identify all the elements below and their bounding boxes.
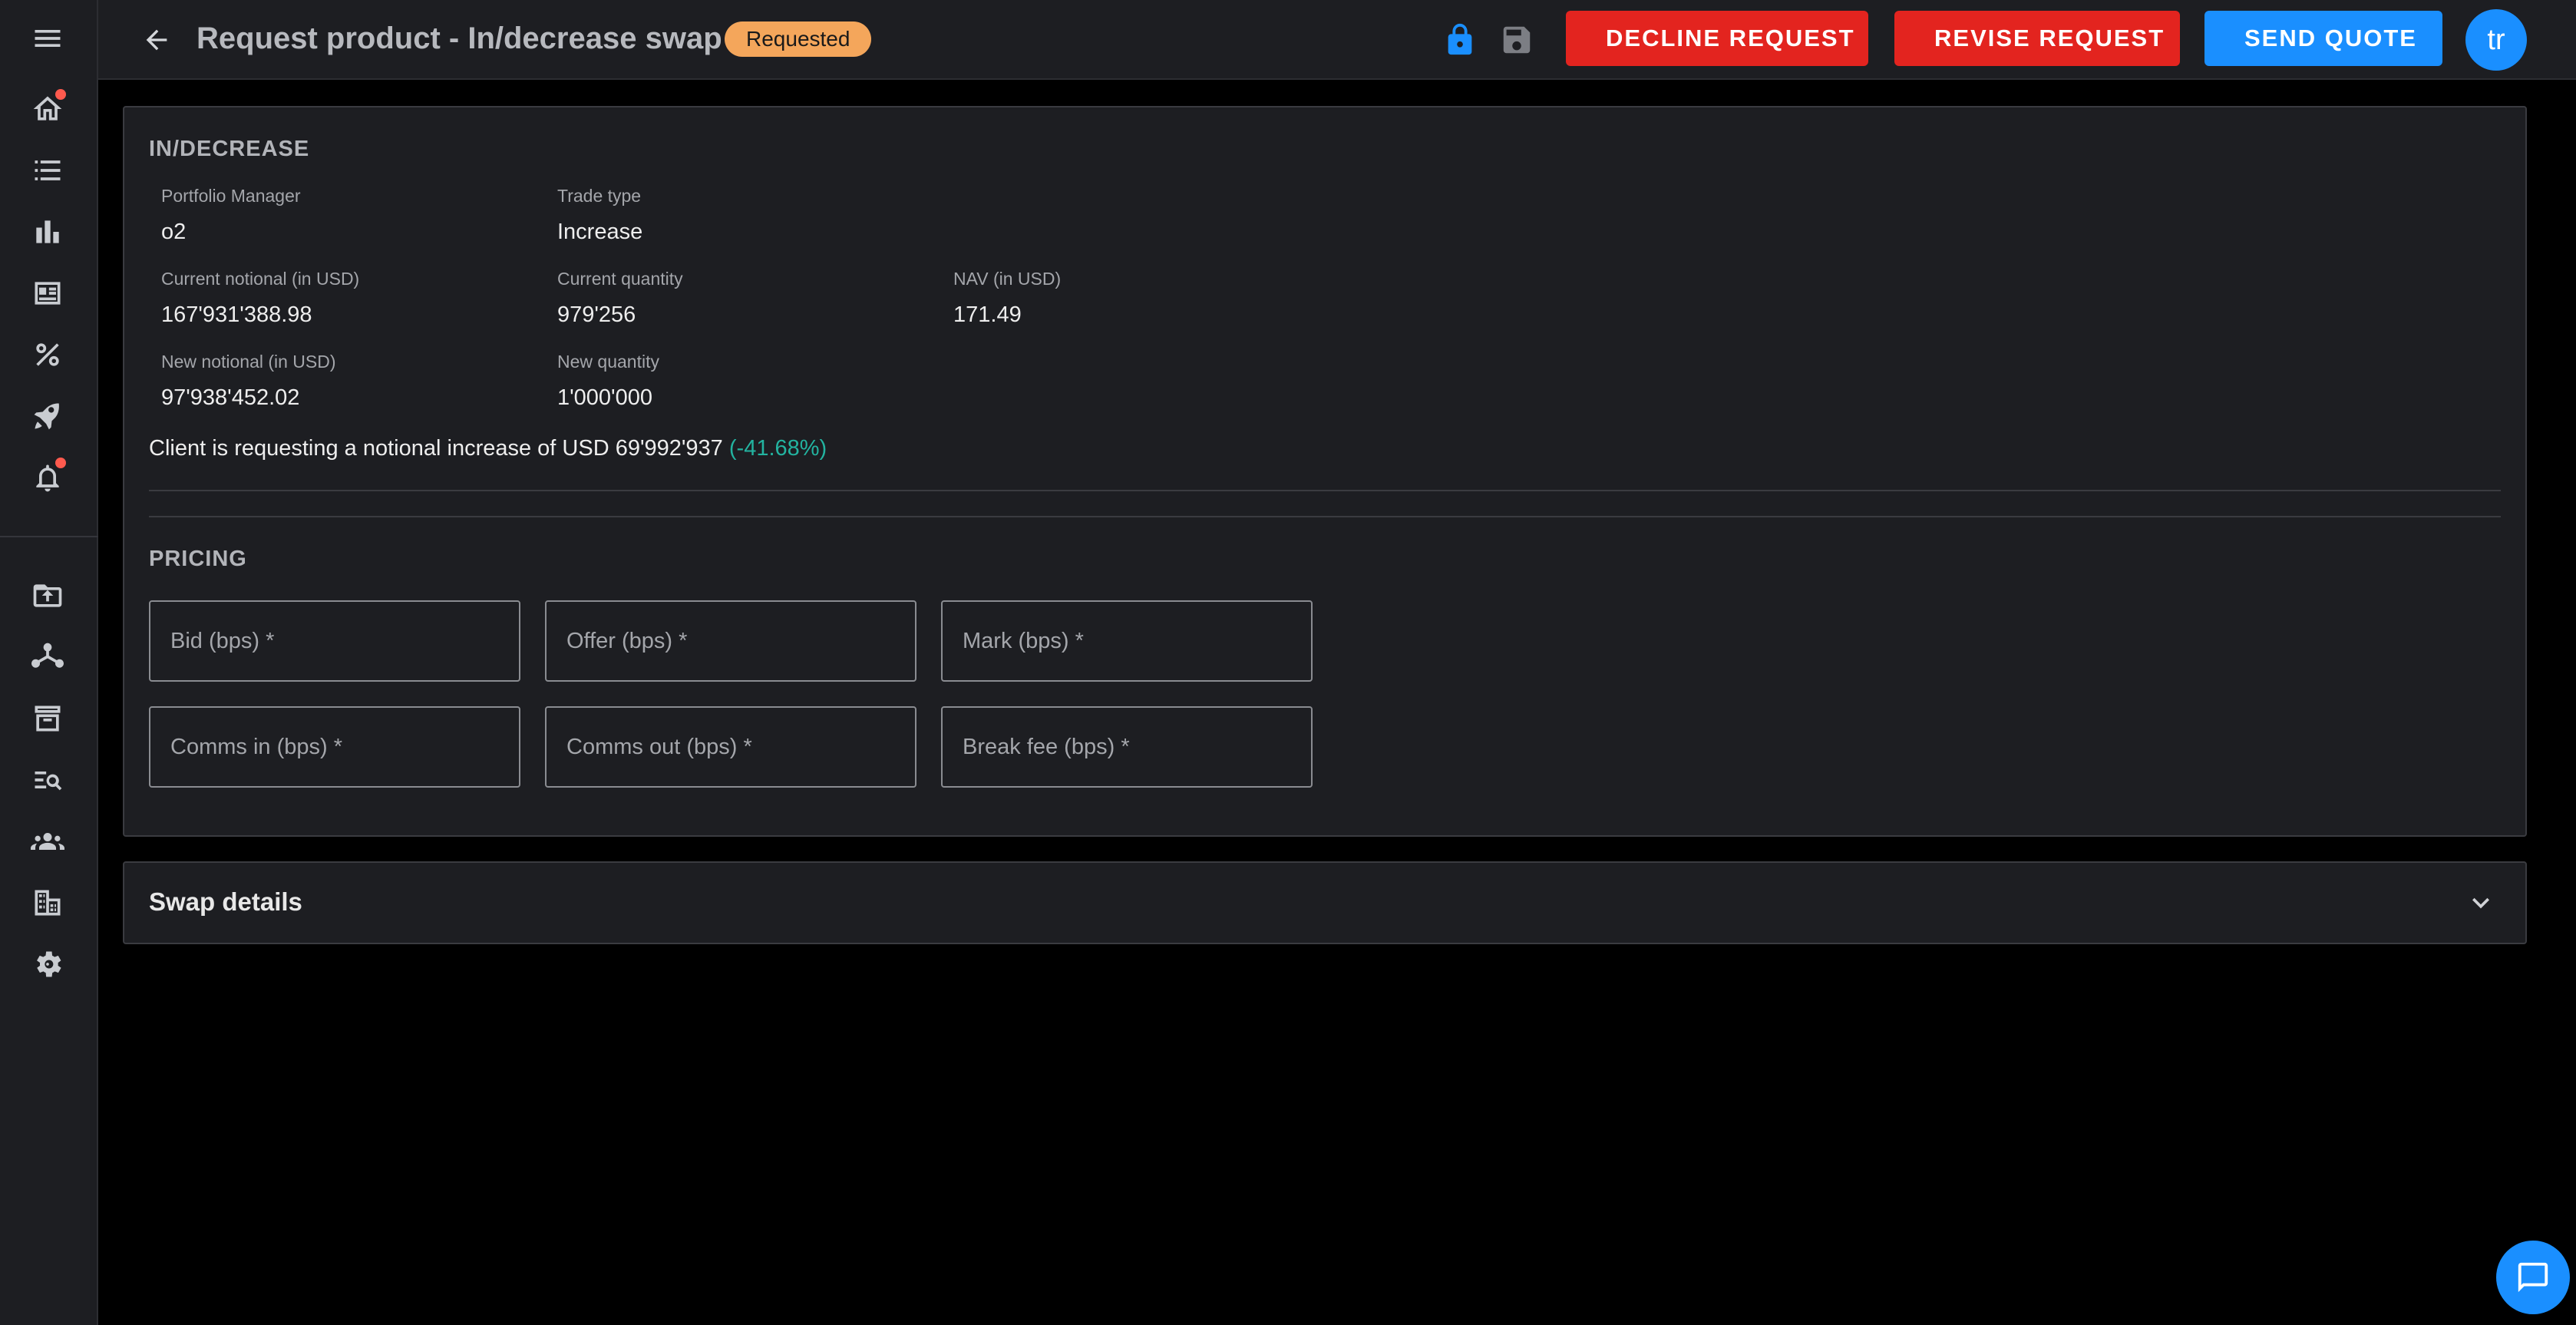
new-quantity-label: New quantity bbox=[557, 352, 659, 372]
new-notional-label: New notional (in USD) bbox=[161, 352, 336, 372]
bid-input[interactable] bbox=[150, 602, 519, 680]
current-notional-label: Current notional (in USD) bbox=[161, 269, 360, 289]
status-badge: Requested bbox=[725, 21, 872, 57]
revise-request-button[interactable]: REVISE REQUEST bbox=[1894, 11, 2180, 66]
notification-dot bbox=[55, 458, 66, 468]
comms-in-input-box[interactable] bbox=[149, 706, 520, 788]
swap-details-accordion[interactable]: Swap details bbox=[123, 861, 2527, 944]
back-arrow-icon[interactable] bbox=[137, 20, 177, 60]
chevron-down-icon[interactable] bbox=[2464, 886, 2498, 920]
upload-folder-icon[interactable] bbox=[28, 576, 68, 616]
break-fee-input-box[interactable] bbox=[941, 706, 1313, 788]
trade-type-value: Increase bbox=[557, 220, 643, 244]
page-title: Request product - In/decrease swap bbox=[197, 21, 722, 55]
in-decrease-section-title: IN/DECREASE bbox=[149, 137, 310, 161]
nav-label: NAV (in USD) bbox=[953, 269, 1062, 289]
comms-in-input[interactable] bbox=[150, 708, 519, 786]
decline-request-label: DECLINE REQUEST bbox=[1606, 25, 1855, 51]
search-list-icon[interactable] bbox=[28, 760, 68, 800]
current-quantity-value: 979'256 bbox=[557, 302, 636, 327]
top-bar: Request product - In/decrease swap Reque… bbox=[98, 0, 2576, 80]
request-card: IN/DECREASE Portfolio Manager o2 Trade t… bbox=[123, 106, 2527, 837]
settings-icon[interactable] bbox=[28, 944, 68, 984]
list-icon[interactable] bbox=[28, 150, 68, 190]
groups-icon[interactable] bbox=[28, 821, 68, 861]
news-icon[interactable] bbox=[28, 273, 68, 313]
revise-request-label: REVISE REQUEST bbox=[1934, 25, 2165, 51]
divider bbox=[149, 516, 2501, 517]
rocket-icon[interactable] bbox=[28, 396, 68, 436]
sidebar-divider bbox=[0, 536, 98, 537]
menu-icon[interactable] bbox=[28, 18, 68, 58]
offer-input[interactable] bbox=[547, 602, 915, 680]
current-notional-value: 167'931'388.98 bbox=[161, 302, 312, 327]
save-icon[interactable] bbox=[1495, 18, 1538, 61]
home-icon[interactable] bbox=[28, 89, 68, 129]
notification-dot bbox=[55, 89, 66, 100]
break-fee-input[interactable] bbox=[943, 708, 1311, 786]
pricing-section-title: PRICING bbox=[149, 547, 247, 571]
send-quote-label: SEND QUOTE bbox=[2244, 25, 2417, 51]
comms-out-input[interactable] bbox=[547, 708, 915, 786]
new-quantity-value: 1'000'000 bbox=[557, 385, 652, 410]
notional-change-summary: Client is requesting a notional increase… bbox=[149, 436, 827, 461]
trade-type-label: Trade type bbox=[557, 186, 642, 206]
notional-change-text: Client is requesting a notional increase… bbox=[149, 436, 723, 461]
divider bbox=[149, 490, 2501, 491]
archive-icon[interactable] bbox=[28, 699, 68, 738]
send-quote-button[interactable]: SEND QUOTE bbox=[2204, 11, 2442, 66]
lock-icon[interactable] bbox=[1438, 18, 1481, 61]
portfolio-manager-value: o2 bbox=[161, 220, 187, 244]
mark-input[interactable] bbox=[943, 602, 1311, 680]
current-quantity-label: Current quantity bbox=[557, 269, 683, 289]
notional-change-percent: (-41.68%) bbox=[728, 436, 827, 461]
chat-button[interactable] bbox=[2496, 1241, 2570, 1314]
nav-value: 171.49 bbox=[953, 302, 1022, 327]
new-notional-value: 97'938'452.02 bbox=[161, 385, 300, 410]
hub-icon[interactable] bbox=[28, 637, 68, 677]
chat-icon bbox=[2518, 1262, 2548, 1293]
avatar[interactable]: tr bbox=[2465, 9, 2527, 71]
decline-request-button[interactable]: DECLINE REQUEST bbox=[1566, 11, 1868, 66]
portfolio-manager-label: Portfolio Manager bbox=[161, 186, 301, 206]
bar-chart-icon[interactable] bbox=[28, 212, 68, 252]
mark-input-box[interactable] bbox=[941, 600, 1313, 682]
bid-input-box[interactable] bbox=[149, 600, 520, 682]
comms-out-input-box[interactable] bbox=[545, 706, 916, 788]
percent-icon[interactable] bbox=[28, 335, 68, 375]
building-icon[interactable] bbox=[28, 883, 68, 923]
alarm-icon[interactable] bbox=[28, 458, 68, 497]
sidebar bbox=[0, 0, 98, 1325]
offer-input-box[interactable] bbox=[545, 600, 916, 682]
swap-details-title: Swap details bbox=[149, 887, 302, 916]
